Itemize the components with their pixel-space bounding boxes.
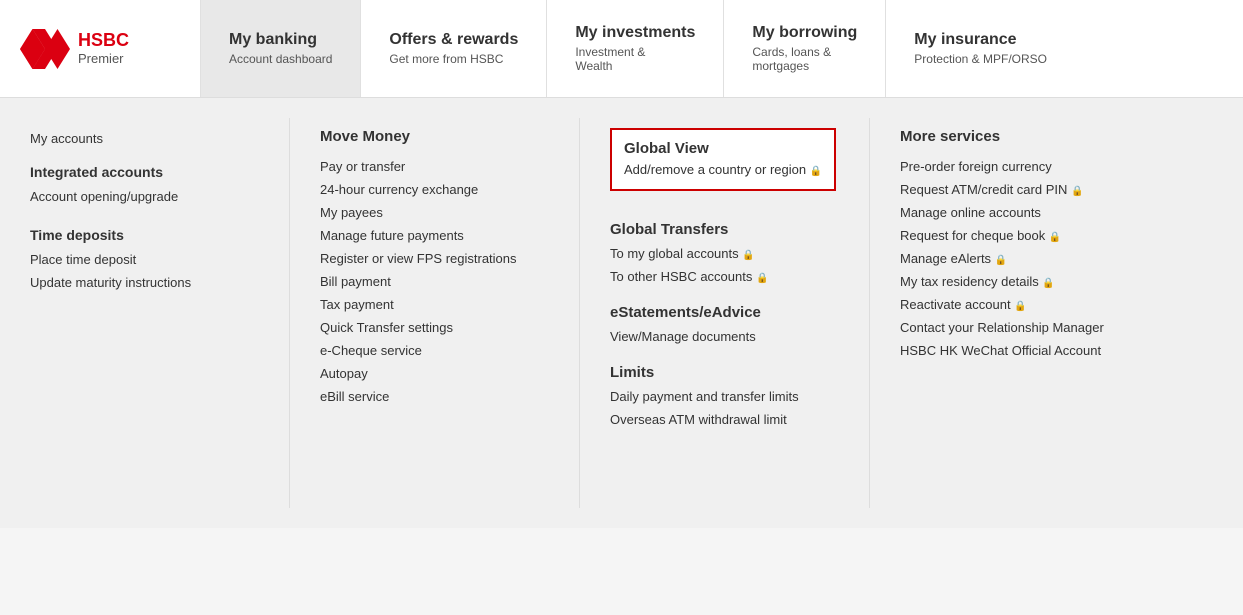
quick-transfer-link[interactable]: Quick Transfer settings <box>320 316 549 339</box>
nav-item-offers[interactable]: Offers & rewards Get more from HSBC <box>360 0 546 97</box>
time-deposits-heading: Time deposits <box>30 224 259 246</box>
hsbc-logo-svg <box>20 29 70 69</box>
echeque-link[interactable]: e-Cheque service <box>320 339 549 362</box>
nav-item-insurance[interactable]: My insurance Protection & MPF/ORSO <box>885 0 1075 97</box>
manage-ealerts-link[interactable]: Manage eAlerts 🔒 <box>900 247 1130 270</box>
nav-label-my-banking: My banking <box>229 31 332 49</box>
ebill-link[interactable]: eBill service <box>320 385 549 408</box>
overseas-atm-link[interactable]: Overseas ATM withdrawal limit <box>610 408 839 431</box>
account-opening-link[interactable]: Account opening/upgrade <box>30 185 259 208</box>
nav-sub-investments: Investment &Wealth <box>575 45 695 73</box>
global-view-desc: Add/remove a country or region 🔒 <box>624 161 822 179</box>
tax-payment-link[interactable]: Tax payment <box>320 293 549 316</box>
bill-payment-link[interactable]: Bill payment <box>320 270 549 293</box>
reactivate-account-link[interactable]: Reactivate account 🔒 <box>900 293 1130 316</box>
preorder-currency-link[interactable]: Pre-order foreign currency <box>900 155 1130 178</box>
fps-link[interactable]: Register or view FPS registrations <box>320 247 549 270</box>
logo-area: HSBC Premier <box>0 0 200 97</box>
to-other-hsbc-link[interactable]: To other HSBC accounts 🔒 <box>610 265 839 288</box>
update-maturity-link[interactable]: Update maturity instructions <box>30 271 259 294</box>
currency-exchange-link[interactable]: 24-hour currency exchange <box>320 178 549 201</box>
nav-sub-borrowing: Cards, loans &mortgages <box>752 45 857 73</box>
relationship-manager-link[interactable]: Contact your Relationship Manager <box>900 316 1130 339</box>
tax-residency-link[interactable]: My tax residency details 🔒 <box>900 270 1130 293</box>
global-transfers-heading: Global Transfers <box>610 221 839 238</box>
view-manage-docs-link[interactable]: View/Manage documents <box>610 325 839 348</box>
nav-label-investments: My investments <box>575 24 695 42</box>
logo-icon <box>20 29 78 69</box>
nav-item-borrowing[interactable]: My borrowing Cards, loans &mortgages <box>723 0 885 97</box>
wechat-link[interactable]: HSBC HK WeChat Official Account <box>900 339 1130 362</box>
place-time-deposit-link[interactable]: Place time deposit <box>30 248 259 271</box>
pay-or-transfer-link[interactable]: Pay or transfer <box>320 155 549 178</box>
col-accounts: My accounts Integrated accounts Account … <box>0 118 290 508</box>
limits-heading: Limits <box>610 364 839 381</box>
global-view-title: Global View <box>624 140 822 157</box>
integrated-accounts-heading: Integrated accounts <box>30 161 259 183</box>
nav-item-investments[interactable]: My investments Investment &Wealth <box>546 0 723 97</box>
cheque-book-link[interactable]: Request for cheque book 🔒 <box>900 224 1130 247</box>
nav-sub-insurance: Protection & MPF/ORSO <box>914 52 1047 66</box>
my-accounts-link[interactable]: My accounts <box>30 128 259 149</box>
estatements-heading: eStatements/eAdvice <box>610 304 839 321</box>
to-global-accounts-link[interactable]: To my global accounts 🔒 <box>610 242 839 265</box>
brand-name: HSBC <box>78 31 129 51</box>
atm-pin-link[interactable]: Request ATM/credit card PIN 🔒 <box>900 178 1130 201</box>
nav-sub-offers: Get more from HSBC <box>389 52 518 66</box>
header: HSBC Premier My banking Account dashboar… <box>0 0 1243 98</box>
col-global: Global View Add/remove a country or regi… <box>580 118 870 508</box>
manage-online-accounts-link[interactable]: Manage online accounts <box>900 201 1130 224</box>
nav-sub-my-banking: Account dashboard <box>229 52 332 66</box>
more-services-heading: More services <box>900 128 1130 145</box>
brand-tier: Premier <box>78 51 129 66</box>
nav-item-my-banking[interactable]: My banking Account dashboard <box>200 0 360 97</box>
nav-label-offers: Offers & rewards <box>389 31 518 49</box>
move-money-heading: Move Money <box>320 128 549 145</box>
col-more-services: More services Pre-order foreign currency… <box>870 118 1160 508</box>
global-view-box[interactable]: Global View Add/remove a country or regi… <box>610 128 836 191</box>
col-move-money: Move Money Pay or transfer 24-hour curre… <box>290 118 580 508</box>
dropdown-menu: My accounts Integrated accounts Account … <box>0 98 1243 528</box>
daily-payment-limits-link[interactable]: Daily payment and transfer limits <box>610 385 839 408</box>
my-payees-link[interactable]: My payees <box>320 201 549 224</box>
logo-text: HSBC Premier <box>78 31 129 66</box>
autopay-link[interactable]: Autopay <box>320 362 549 385</box>
manage-future-payments-link[interactable]: Manage future payments <box>320 224 549 247</box>
nav-items: My banking Account dashboard Offers & re… <box>200 0 1243 97</box>
nav-label-borrowing: My borrowing <box>752 24 857 42</box>
nav-label-insurance: My insurance <box>914 31 1047 49</box>
